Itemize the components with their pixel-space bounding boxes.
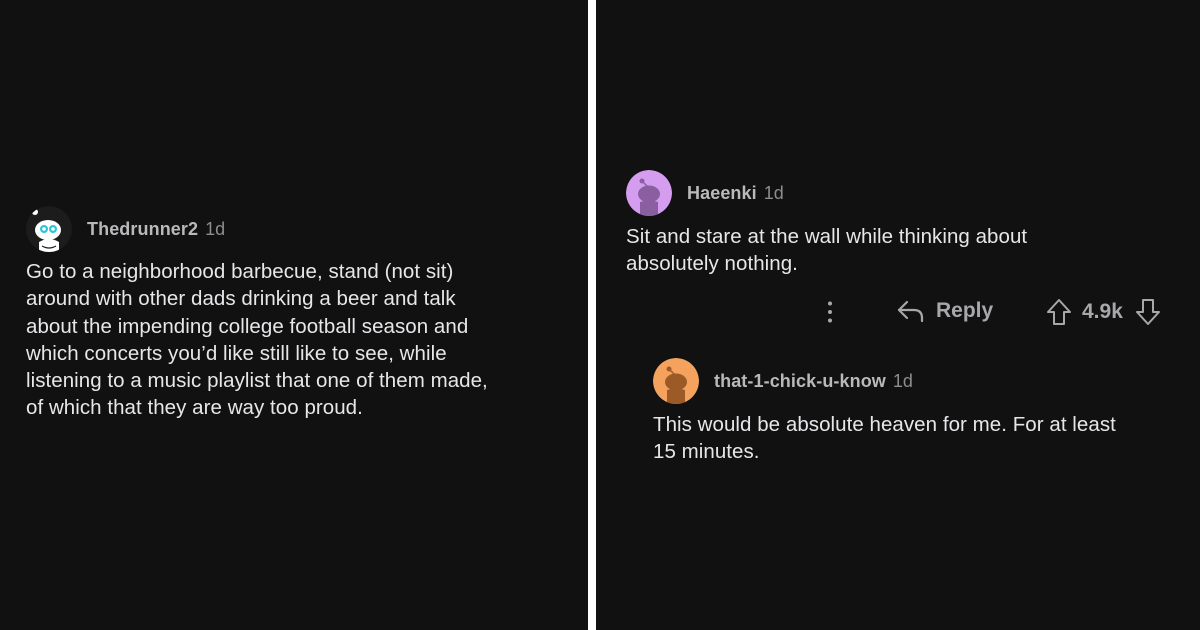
comment-haeenki: Haeenki 1d Sit and stare at the wall whi… (626, 170, 1186, 278)
avatar-icon[interactable] (626, 170, 672, 216)
downvote-button[interactable] (1135, 298, 1161, 326)
downvote-arrow-icon (1135, 299, 1160, 325)
avatar-icon[interactable] (653, 358, 699, 404)
comment-thedrunner2: Thedrunner2 1d Go to a neighborhood barb… (26, 206, 576, 422)
comment-header: that-1-chick-u-know 1d (653, 358, 1193, 404)
comment-body: This would be absolute heaven for me. Fo… (653, 413, 1116, 464)
comment-header: Haeenki 1d (626, 170, 1186, 216)
comment-body: Sit and stare at the wall while thinking… (626, 225, 1028, 276)
comment-header: Thedrunner2 1d (26, 206, 576, 252)
upvote-button[interactable] (1046, 298, 1072, 326)
vote-score: 4.9k (1082, 300, 1123, 323)
comment-body: Go to a neighborhood barbecue, stand (no… (26, 260, 488, 420)
username[interactable]: that-1-chick-u-know (714, 371, 886, 392)
comment-age: 1d (205, 218, 226, 239)
comment-age: 1d (763, 182, 784, 203)
username[interactable]: Haeenki (687, 183, 757, 204)
reply-arrow-icon (897, 300, 924, 323)
reply-label: Reply (936, 299, 994, 322)
more-options-button[interactable] (820, 298, 840, 326)
reply-button[interactable]: Reply (896, 298, 993, 324)
more-vertical-icon (828, 301, 832, 323)
right-screenshot-panel: Haeenki 1d Sit and stare at the wall whi… (596, 0, 1200, 630)
avatar-icon[interactable] (26, 206, 72, 252)
username[interactable]: Thedrunner2 (87, 219, 198, 240)
left-screenshot-panel: Thedrunner2 1d Go to a neighborhood barb… (0, 0, 588, 630)
comment-age: 1d (892, 370, 913, 391)
vote-controls: 4.9k (1046, 298, 1161, 326)
upvote-arrow-icon (1047, 299, 1071, 325)
comment-that-1-chick-u-know: that-1-chick-u-know 1d This would be abs… (653, 358, 1193, 466)
